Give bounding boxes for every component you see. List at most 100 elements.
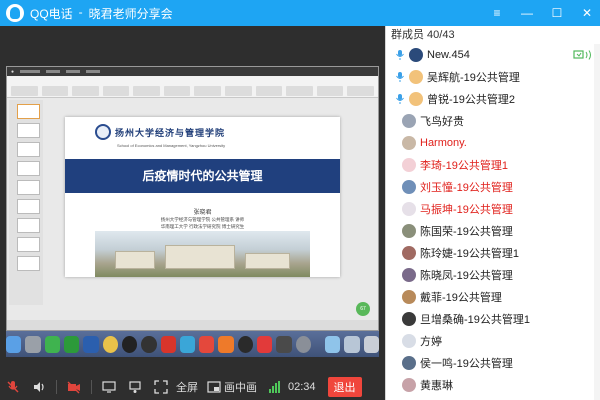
- qq-icon: [121, 335, 138, 353]
- shared-screen: ● 扬州大学经济与管理学院 School of Economics and Ma…: [6, 66, 379, 331]
- presentation-slide: 扬州大学经济与管理学院 School of Economics and Mana…: [65, 117, 340, 277]
- member-avatar: [402, 246, 416, 260]
- speaker-icon[interactable]: [26, 374, 52, 400]
- member-list-scrollbar[interactable]: [594, 44, 600, 400]
- menu-icon[interactable]: ≡: [490, 6, 504, 20]
- member-row[interactable]: 吴辉航-19公共管理: [386, 66, 600, 88]
- app-icon: [179, 335, 196, 353]
- member-row[interactable]: 陈玲婕-19公共管理1: [386, 242, 600, 264]
- folder-icon: [325, 335, 341, 353]
- member-avatar: [402, 312, 416, 326]
- member-row[interactable]: 飞鸟好贵: [386, 110, 600, 132]
- call-toolbar: 全屏 画中画 02:34 退出: [0, 374, 385, 400]
- member-name: New.454: [427, 49, 470, 61]
- member-row[interactable]: 侯一鸣-19公共管理: [386, 352, 600, 374]
- member-row[interactable]: 黄惠琳: [386, 374, 600, 396]
- word-icon: [83, 335, 99, 353]
- app-title: QQ电话: [30, 6, 73, 21]
- member-name: 陈晓凤-19公共管理: [420, 270, 513, 282]
- member-row[interactable]: New.454: [386, 44, 600, 66]
- wechat-icon: [44, 335, 60, 353]
- qq-alt-icon: [141, 335, 157, 353]
- member-name: 李琦-19公共管理1: [420, 160, 509, 172]
- settings-icon: [295, 335, 312, 353]
- qq-app-icon: [237, 335, 254, 353]
- member-row[interactable]: 曾锐-19公共管理2: [386, 88, 600, 110]
- member-avatar: [402, 136, 416, 150]
- member-name: 马振坤-19公共管理: [420, 204, 513, 216]
- member-mic-icon: [393, 92, 407, 106]
- member-avatar: [402, 114, 416, 128]
- chrome-icon: [102, 335, 118, 353]
- picture-in-picture-icon[interactable]: [206, 374, 222, 400]
- camera-off-icon[interactable]: [61, 374, 87, 400]
- member-panel: 群成员 40/43 New.454 吴辉航-19公共管理 曾锐-19公共管理2 …: [385, 26, 600, 400]
- member-name: 飞鸟好贵: [420, 116, 464, 128]
- member-name: 刘玉憧-19公共管理: [420, 182, 513, 194]
- picture-in-picture-button[interactable]: 画中画: [224, 379, 257, 395]
- folder-icon: [344, 335, 360, 353]
- chat-icon: [63, 335, 80, 353]
- call-timer: 02:34: [288, 381, 316, 393]
- app-icon: [276, 335, 292, 353]
- app-icon: [257, 335, 273, 353]
- video-area[interactable]: ● 扬州大学经济与管理学院 School of Economics and Ma…: [0, 26, 385, 374]
- maximize-icon[interactable]: ☐: [550, 6, 564, 20]
- member-avatar: [402, 180, 416, 194]
- member-row[interactable]: 刘玉憧-19公共管理: [386, 176, 600, 198]
- member-name: 吴辉航-19公共管理: [427, 72, 520, 84]
- campus-photo: [95, 231, 310, 277]
- window-title: QQ电话 - 晓君老师分享会: [30, 5, 173, 22]
- slide-thumbnail: [17, 256, 40, 271]
- member-avatar: [402, 290, 416, 304]
- mic-muted-icon[interactable]: [0, 374, 26, 400]
- presenter-icon[interactable]: [122, 374, 148, 400]
- member-row[interactable]: 戴菲-19公共管理: [386, 286, 600, 308]
- member-list: New.454 吴辉航-19公共管理 曾锐-19公共管理2 飞鸟好贵 Harmo…: [386, 44, 600, 396]
- slide-thumbnail: [17, 180, 40, 195]
- member-name: Harmony.: [420, 137, 467, 149]
- exit-call-button[interactable]: 退出: [327, 377, 362, 397]
- member-name: 方婷: [420, 336, 442, 348]
- share-screen-icon[interactable]: [96, 374, 122, 400]
- title-separator: -: [78, 4, 83, 19]
- ppt-ribbon: [7, 76, 378, 98]
- toolbar-divider: [91, 380, 92, 394]
- member-avatar: [402, 356, 416, 370]
- member-mic-icon: [393, 70, 407, 84]
- slide-thumbnails: [9, 100, 43, 305]
- university-seal-icon: [95, 124, 111, 140]
- qq-penguin-icon: [6, 4, 24, 22]
- minimize-icon[interactable]: —: [520, 6, 534, 20]
- slide-title: 后疫情时代的公共管理: [142, 169, 263, 183]
- member-name: 陈国荣-19公共管理: [420, 226, 513, 238]
- member-row[interactable]: 马振坤-19公共管理: [386, 198, 600, 220]
- launchpad-icon: [25, 335, 41, 353]
- toolbar-divider: [56, 380, 57, 394]
- member-row[interactable]: 方婷: [386, 330, 600, 352]
- apple-icon: ●: [11, 68, 15, 75]
- slide-thumbnail: [17, 218, 40, 233]
- member-row[interactable]: 陈晓凤-19公共管理: [386, 264, 600, 286]
- member-avatar: [409, 70, 423, 84]
- member-row[interactable]: 陈国荣-19公共管理: [386, 220, 600, 242]
- fullscreen-button[interactable]: 全屏: [176, 379, 198, 395]
- member-avatar: [402, 378, 416, 392]
- member-name: 戴菲-19公共管理: [420, 292, 502, 304]
- ppt-statusbar: [7, 320, 378, 330]
- member-row[interactable]: 李琦-19公共管理1: [386, 154, 600, 176]
- ppt-menubar: ●: [7, 67, 378, 76]
- slide-author: 张晓君: [193, 210, 212, 216]
- university-name-en: School of Economics and Management, Yang…: [117, 143, 226, 148]
- member-row[interactable]: Harmony.: [386, 132, 600, 154]
- member-avatar: [409, 92, 423, 106]
- slide-thumbnail: [17, 123, 40, 138]
- slide-thumbnail: [17, 161, 40, 176]
- university-header: 扬州大学经济与管理学院: [95, 121, 225, 143]
- fullscreen-icon[interactable]: [148, 374, 174, 400]
- member-row[interactable]: 旦增桑确-19公共管理1: [386, 308, 600, 330]
- speaking-indicator-icon: [573, 49, 595, 61]
- close-icon[interactable]: ✕: [580, 6, 594, 20]
- member-count-header: 群成员 40/43: [391, 29, 455, 41]
- member-name: 侯一鸣-19公共管理: [420, 358, 513, 370]
